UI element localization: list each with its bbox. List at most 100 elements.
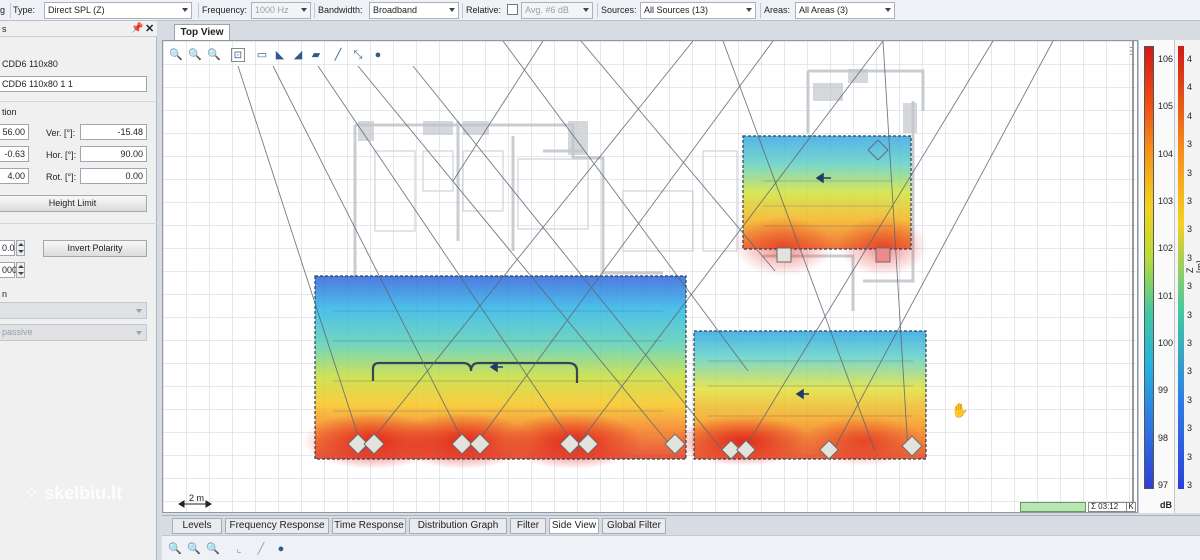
line-icon[interactable]: ╱ [331, 48, 345, 62]
bottom-tab-bar: Levels Frequency Response Time Response Dis… [162, 515, 1200, 534]
tab-frequency-response[interactable]: Frequency Response [225, 518, 329, 534]
z-scale-tick: 3 [1187, 366, 1193, 377]
rot-field[interactable]: 0.00 [80, 168, 147, 184]
z-scale-tick: 3 [1187, 139, 1193, 150]
height-limit-button[interactable]: Height Limit [0, 195, 147, 212]
z-scale-tick: 4 [1187, 54, 1193, 64]
status-k: K [1126, 502, 1136, 512]
microphone-icon[interactable]: ● [274, 542, 288, 556]
tab-levels[interactable]: Levels [172, 518, 222, 534]
panel-title: s [2, 24, 7, 34]
zoom-extent-icon[interactable]: ⊡ [231, 48, 245, 62]
top-toolbar: g Type: Direct SPL (Z) Frequency: 1000 H… [0, 0, 1200, 21]
status-progress [1020, 502, 1086, 512]
watermark: ⁘ skelbiu.lt [24, 483, 123, 503]
tab-side-view[interactable]: Side View [549, 518, 599, 534]
invert-polarity-button[interactable]: Invert Polarity [43, 240, 147, 257]
type-select[interactable]: Direct SPL (Z) [44, 2, 192, 19]
gain-spinner[interactable] [16, 240, 25, 256]
x-field[interactable]: 56.00 [0, 124, 29, 140]
properties-panel: s 📌 ✕ CDD6 110x80 CDD6 110x80 1 1 tion 5… [0, 21, 157, 560]
graph-icon[interactable]: ⌞ [232, 542, 246, 556]
colour-scale-tick: 103 [1158, 196, 1174, 206]
line-icon[interactable]: ╱ [254, 542, 268, 556]
z-scale-tick: 4 [1187, 82, 1193, 93]
y-field[interactable]: -0.63 [0, 146, 29, 162]
gain-field[interactable]: 0.0 [0, 240, 15, 256]
colour-scale-tick: 98 [1158, 432, 1169, 443]
more-options-icon[interactable]: ⋮ [1124, 45, 1137, 59]
polygon-area-icon[interactable]: ▰ [309, 48, 323, 62]
model-label: CDD6 110x80 [2, 59, 58, 69]
bandwidth-label: Bandwidth: [318, 5, 363, 15]
z-scale-tick: 3 [1187, 451, 1193, 462]
z-scale-tick: 4 [1187, 110, 1193, 121]
measure-icon[interactable]: ⤡ [351, 48, 365, 62]
z-scale-tick: 3 [1187, 394, 1193, 405]
bottom-toolbar: 🔍 🔍 🔍 ⌞ ╱ ● [162, 535, 1200, 560]
z-scale-tick: 3 [1187, 224, 1193, 235]
z-scale-tick: 3 [1187, 167, 1193, 178]
zoom-out-icon[interactable]: 🔍 [188, 48, 202, 62]
delay-spinner[interactable] [16, 262, 25, 278]
spl-map: ✋ 2 m [163, 41, 1137, 512]
colour-scale-tick: 102 [1158, 243, 1174, 254]
hor-field[interactable]: 90.00 [80, 146, 147, 162]
curved-area-icon[interactable]: ◢ [291, 48, 305, 62]
sources-select[interactable]: All Sources (13) [640, 2, 756, 19]
ver-field[interactable]: -15.48 [80, 124, 147, 140]
top-view-canvas[interactable]: ✋ 2 m 🔍 🔍 🔍 ⊡ ▭ ◣ ◢ ▰ ╱ ⤡ ● ⋮ [162, 40, 1138, 513]
hor-label: Hor. [°]: [46, 150, 77, 160]
watermark-text: skelbiu.lt [44, 483, 123, 503]
tab-time-response[interactable]: Time Response [332, 518, 406, 534]
colour-scale-unit: dB [1160, 500, 1172, 510]
z-scale-tick: 3 [1187, 480, 1193, 490]
colour-scale-tick: 100 [1158, 338, 1174, 348]
frequency-label: Frequency: [202, 5, 248, 15]
tab-filter[interactable]: Filter [510, 518, 546, 534]
scale-bar-label: 2 m [189, 493, 204, 503]
colour-scale-tick: 105 [1158, 101, 1174, 112]
position-section-label: tion [2, 107, 17, 117]
rot-label: Rot. [°]: [46, 172, 77, 182]
z-scale-tick: 3 [1187, 196, 1193, 206]
areas-label: Areas: [764, 5, 791, 15]
frequency-select[interactable]: 1000 Hz [251, 2, 311, 19]
colour-scale-tick: 106 [1158, 54, 1174, 64]
relative-checkbox[interactable] [507, 4, 518, 15]
mode-select[interactable]: passive [0, 324, 147, 341]
areas-select[interactable]: All Areas (3) [795, 2, 895, 19]
zoom-in-icon[interactable]: 🔍 [169, 48, 183, 62]
zoom-fit-icon[interactable]: 🔍 [207, 48, 221, 62]
delay-field[interactable]: 000 [0, 262, 17, 278]
z-gradient-bar [1178, 46, 1184, 489]
svg-text:✋: ✋ [951, 402, 968, 419]
sources-label: Sources: [601, 5, 637, 15]
sector-area-icon[interactable]: ◣ [273, 48, 287, 62]
z-scale-tick: 3 [1187, 338, 1193, 348]
close-icon[interactable]: ✕ [145, 22, 154, 35]
tab-global-filter[interactable]: Global Filter [602, 518, 666, 534]
toolbar-stub-label: g [0, 5, 6, 15]
z-field[interactable]: 4.00 [0, 168, 29, 184]
relative-label: Relative: [466, 5, 502, 15]
name-field[interactable]: CDD6 110x80 1 1 [0, 76, 147, 92]
z-scale-label: Z [m] [1185, 260, 1200, 274]
model-select[interactable] [0, 302, 147, 319]
type-label: Type: [13, 5, 36, 15]
bandwidth-select[interactable]: Broadband [369, 2, 459, 19]
section-label: n [2, 289, 8, 299]
colour-scale-tick: 97 [1158, 480, 1169, 490]
zoom-in-icon[interactable]: 🔍 [168, 542, 182, 556]
zoom-fit-icon[interactable]: 🔍 [206, 542, 220, 556]
tab-top-view[interactable]: Top View [174, 24, 230, 40]
microphone-icon[interactable]: ● [371, 48, 385, 62]
zoom-out-icon[interactable]: 🔍 [187, 542, 201, 556]
tab-distribution-graph[interactable]: Distribution Graph [409, 518, 507, 534]
rectangle-area-icon[interactable]: ▭ [255, 48, 269, 62]
avg-select[interactable]: Avg. #6 dB [521, 2, 593, 19]
pin-icon[interactable]: 📌 [131, 23, 143, 34]
selected-speaker[interactable] [875, 247, 891, 263]
ver-label: Ver. [°]: [46, 128, 76, 138]
colour-scale-tick: 99 [1158, 385, 1169, 396]
